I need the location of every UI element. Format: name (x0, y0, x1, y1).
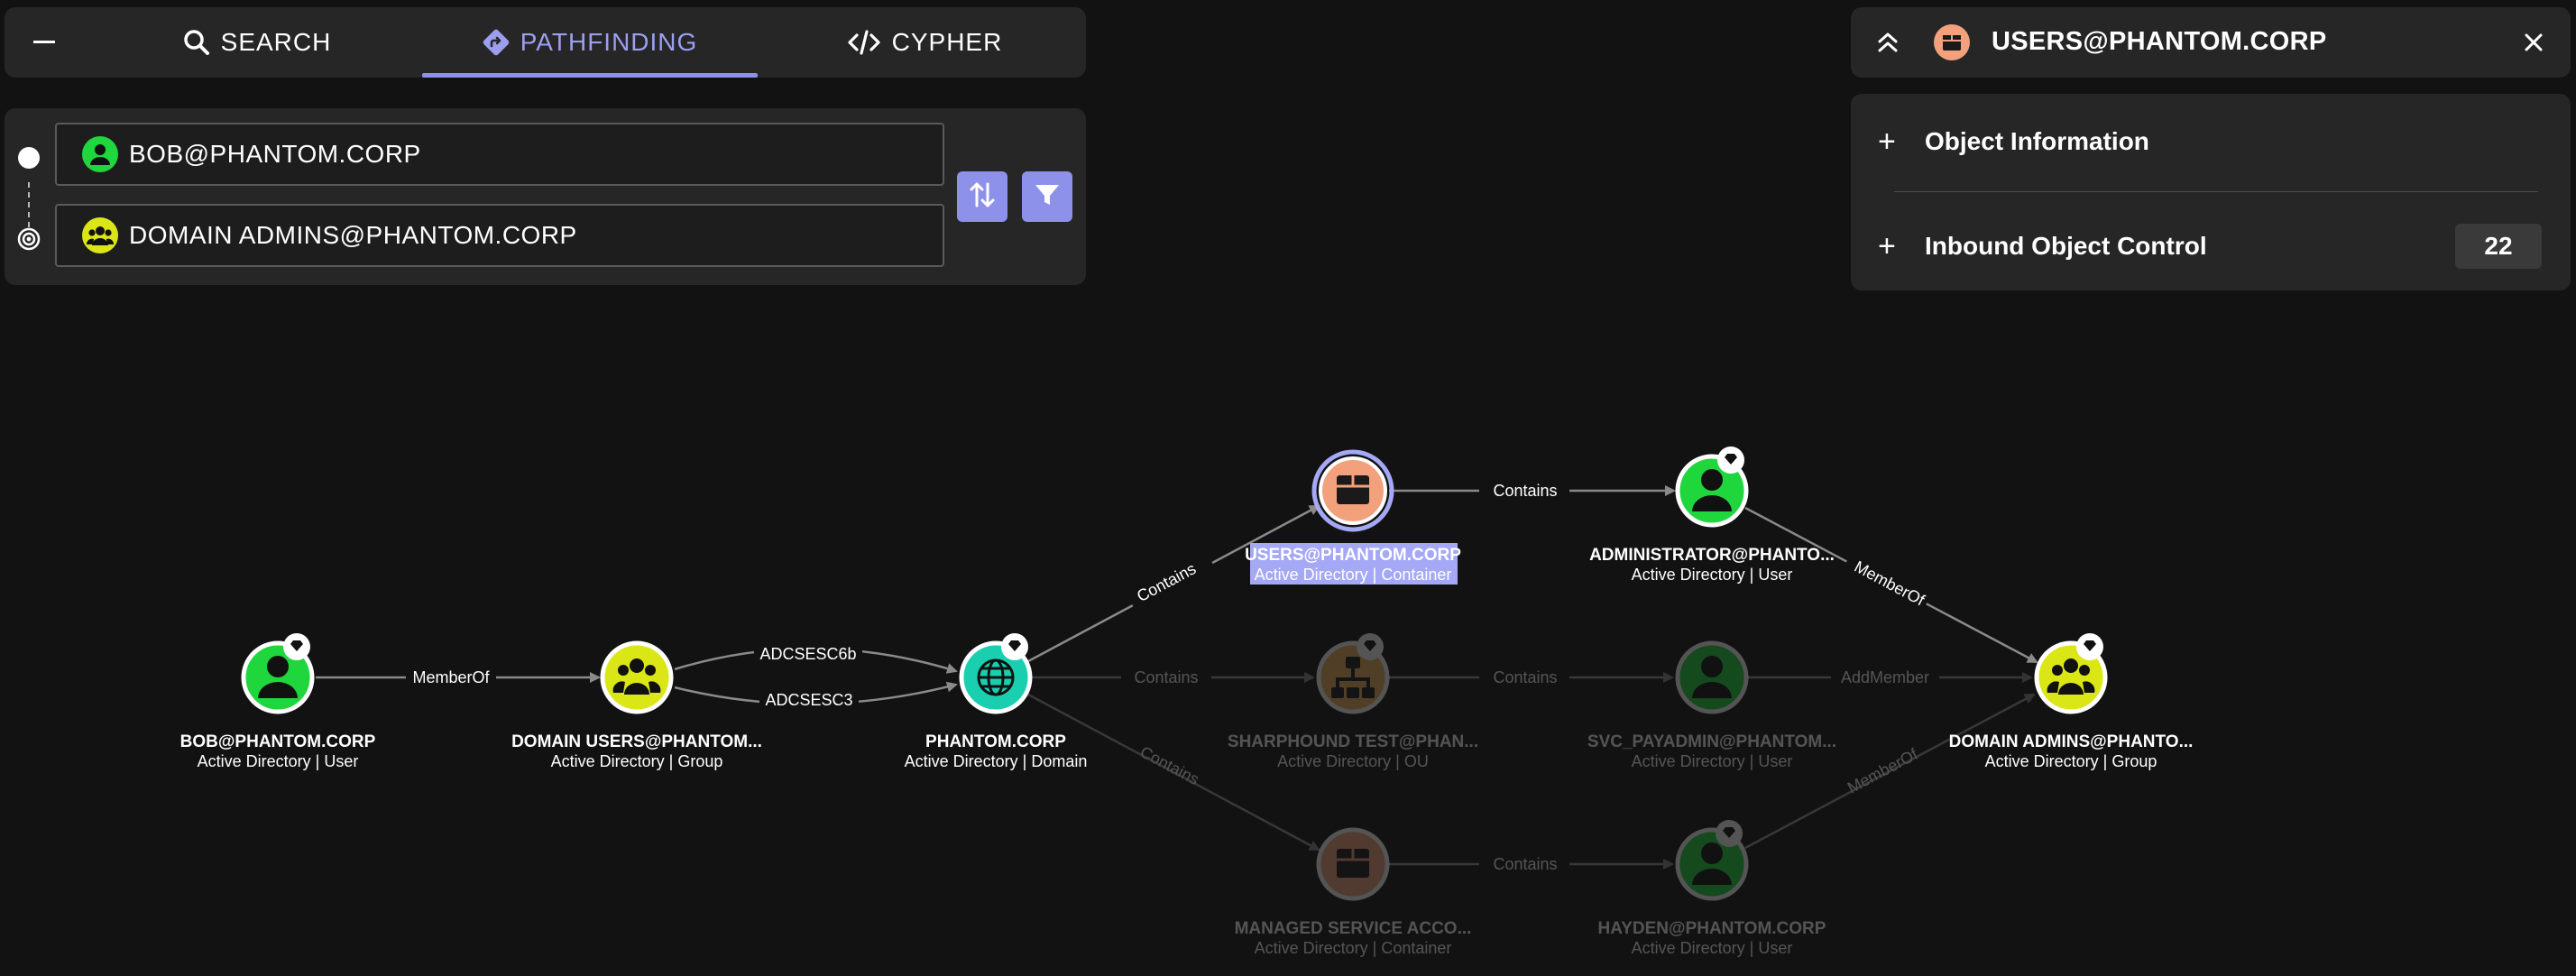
edge-label: ADCSESC3 (765, 691, 852, 709)
node-name: SVC_PAYADMIN@PHANTOM... (1587, 732, 1836, 751)
node-name: PHANTOM.CORP (925, 732, 1066, 751)
graph-edge[interactable]: AddMember (1748, 667, 2033, 688)
edge-label: Contains (1493, 855, 1557, 873)
graph-edge[interactable]: Contains (1389, 480, 1676, 502)
edge-label: Contains (1137, 742, 1202, 788)
node-name: SHARPHOUND TEST@PHAN... (1228, 732, 1478, 751)
container-icon (1337, 849, 1369, 878)
node-type: Active Directory | Container (1255, 939, 1452, 957)
node-type: Active Directory | Group (1985, 752, 2157, 770)
node-name: MANAGED SERVICE ACCO... (1235, 919, 1472, 938)
graph-node-users-selected[interactable]: USERS@PHANTOM.CORP Active Directory | Co… (1245, 449, 1461, 585)
graph-node-domain-admins[interactable]: DOMAIN ADMINS@PHANTO... Active Directory… (1949, 633, 2194, 770)
graph-edge[interactable]: ADCSESC6b (674, 643, 958, 674)
edge-label: Contains (1493, 482, 1557, 500)
edge-label: MemberOf (1852, 557, 1928, 610)
node-name: DOMAIN USERS@PHANTOM... (511, 732, 762, 751)
node-name: HAYDEN@PHANTOM.CORP (1598, 919, 1826, 938)
node-type: Active Directory | User (1632, 752, 1793, 770)
node-type: Active Directory | OU (1277, 752, 1429, 770)
node-type: Active Directory | Container (1255, 566, 1452, 584)
edge-label: ADCSESC6b (759, 645, 856, 663)
node-name: ADMINISTRATOR@PHANTO... (1589, 546, 1835, 565)
graph-edge[interactable]: MemberOf (1744, 506, 2038, 664)
node-type: Active Directory | User (1632, 566, 1793, 584)
node-name: USERS@PHANTOM.CORP (1245, 546, 1461, 565)
node-name: BOB@PHANTOM.CORP (180, 732, 376, 751)
edge-label: AddMember (1841, 668, 1929, 686)
graph-node-managed-service-accounts[interactable]: MANAGED SERVICE ACCO... Active Directory… (1235, 827, 1472, 957)
edge-label: MemberOf (412, 668, 490, 686)
graph-edge[interactable]: Contains (1030, 667, 1315, 688)
graph-node-hayden[interactable]: HAYDEN@PHANTOM.CORP Active Directory | U… (1598, 820, 1826, 957)
edge-label: Contains (1493, 668, 1557, 686)
graph-canvas[interactable]: Contains Contains AddMember Contains Con… (0, 0, 2576, 976)
graph-node-svc-payadmin[interactable]: SVC_PAYADMIN@PHANTOM... Active Directory… (1587, 640, 1836, 770)
edge-label: Contains (1134, 668, 1198, 686)
graph-edge[interactable]: MemberOf (316, 667, 601, 688)
graph-node-domain-users[interactable]: DOMAIN USERS@PHANTOM... Active Directory… (511, 640, 762, 770)
edge-label: MemberOf (1845, 744, 1921, 796)
graph-node-bob[interactable]: BOB@PHANTOM.CORP Active Directory | User (180, 633, 376, 770)
graph-edge[interactable]: Contains (1389, 667, 1674, 688)
graph-node-phantom-corp[interactable]: PHANTOM.CORP Active Directory | Domain (905, 633, 1088, 770)
graph-node-sharphound-test[interactable]: SHARPHOUND TEST@PHAN... Active Directory… (1228, 633, 1478, 770)
graph-edge[interactable]: ADCSESC3 (674, 681, 958, 711)
graph-edge[interactable]: Contains (1027, 693, 1320, 852)
node-name: DOMAIN ADMINS@PHANTO... (1949, 732, 2194, 751)
container-icon (1337, 475, 1369, 504)
graph-edge[interactable]: Contains (1389, 853, 1674, 875)
node-type: Active Directory | Domain (905, 752, 1088, 770)
graph-edge[interactable]: MemberOf (1744, 693, 2036, 850)
node-type: Active Directory | User (198, 752, 359, 770)
graph-node-administrator[interactable]: ADMINISTRATOR@PHANTO... Active Directory… (1589, 447, 1835, 584)
node-type: Active Directory | User (1632, 939, 1793, 957)
node-type: Active Directory | Group (551, 752, 723, 770)
